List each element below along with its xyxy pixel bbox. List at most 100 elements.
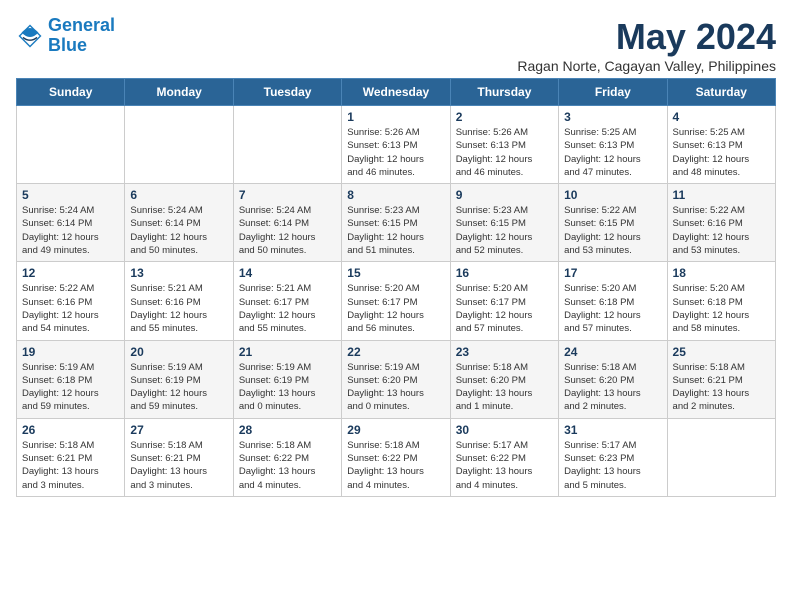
day-number: 28 <box>239 423 336 437</box>
day-number: 16 <box>456 266 553 280</box>
day-info: Sunrise: 5:19 AM Sunset: 6:19 PM Dayligh… <box>130 361 227 414</box>
day-info: Sunrise: 5:20 AM Sunset: 6:17 PM Dayligh… <box>456 282 553 335</box>
calendar-cell: 7 Sunrise: 5:24 AM Sunset: 6:14 PM Daylig… <box>233 184 341 262</box>
day-info: Sunrise: 5:18 AM Sunset: 6:22 PM Dayligh… <box>347 439 444 492</box>
day-info: Sunrise: 5:17 AM Sunset: 6:22 PM Dayligh… <box>456 439 553 492</box>
calendar-cell: 23 Sunrise: 5:18 AM Sunset: 6:20 PM Dayli… <box>450 340 558 418</box>
day-info: Sunrise: 5:18 AM Sunset: 6:21 PM Dayligh… <box>22 439 119 492</box>
day-number: 1 <box>347 110 444 124</box>
day-number: 10 <box>564 188 661 202</box>
day-info: Sunrise: 5:26 AM Sunset: 6:13 PM Dayligh… <box>456 126 553 179</box>
day-info: Sunrise: 5:18 AM Sunset: 6:20 PM Dayligh… <box>564 361 661 414</box>
calendar-cell: 19 Sunrise: 5:19 AM Sunset: 6:18 PM Dayli… <box>17 340 125 418</box>
day-number: 5 <box>22 188 119 202</box>
day-number: 11 <box>673 188 770 202</box>
calendar-cell: 22 Sunrise: 5:19 AM Sunset: 6:20 PM Dayli… <box>342 340 450 418</box>
day-info: Sunrise: 5:22 AM Sunset: 6:16 PM Dayligh… <box>22 282 119 335</box>
day-number: 20 <box>130 345 227 359</box>
day-number: 22 <box>347 345 444 359</box>
day-number: 21 <box>239 345 336 359</box>
weekday-header-row: SundayMondayTuesdayWednesdayThursdayFrid… <box>17 79 776 106</box>
calendar-cell: 17Sunrise: 5:20 AM Sunset: 6:18 PM Dayli… <box>559 262 667 340</box>
day-info: Sunrise: 5:19 AM Sunset: 6:20 PM Dayligh… <box>347 361 444 414</box>
calendar-week-2: 5 Sunrise: 5:24 AM Sunset: 6:14 PM Daylig… <box>17 184 776 262</box>
calendar-cell: 12 Sunrise: 5:22 AM Sunset: 6:16 PM Dayli… <box>17 262 125 340</box>
day-number: 2 <box>456 110 553 124</box>
calendar-cell: 14 Sunrise: 5:21 AM Sunset: 6:17 PM Dayli… <box>233 262 341 340</box>
day-info: Sunrise: 5:17 AM Sunset: 6:23 PM Dayligh… <box>564 439 661 492</box>
day-number: 17 <box>564 266 661 280</box>
calendar-cell: 15Sunrise: 5:20 AM Sunset: 6:17 PM Dayli… <box>342 262 450 340</box>
day-number: 9 <box>456 188 553 202</box>
day-info: Sunrise: 5:26 AM Sunset: 6:13 PM Dayligh… <box>347 126 444 179</box>
day-info: Sunrise: 5:18 AM Sunset: 6:20 PM Dayligh… <box>456 361 553 414</box>
calendar-header: SundayMondayTuesdayWednesdayThursdayFrid… <box>17 79 776 106</box>
day-info: Sunrise: 5:24 AM Sunset: 6:14 PM Dayligh… <box>239 204 336 257</box>
day-number: 14 <box>239 266 336 280</box>
day-info: Sunrise: 5:20 AM Sunset: 6:18 PM Dayligh… <box>673 282 770 335</box>
logo-text: General Blue <box>48 16 115 56</box>
logo-icon <box>16 22 44 50</box>
calendar-cell: 26 Sunrise: 5:18 AM Sunset: 6:21 PM Dayli… <box>17 418 125 496</box>
calendar-body: 1 Sunrise: 5:26 AM Sunset: 6:13 PM Daylig… <box>17 106 776 497</box>
day-info: Sunrise: 5:24 AM Sunset: 6:14 PM Dayligh… <box>22 204 119 257</box>
calendar-cell: 3Sunrise: 5:25 AM Sunset: 6:13 PM Daylig… <box>559 106 667 184</box>
logo: General Blue <box>16 16 115 56</box>
day-number: 26 <box>22 423 119 437</box>
day-info: Sunrise: 5:19 AM Sunset: 6:18 PM Dayligh… <box>22 361 119 414</box>
day-info: Sunrise: 5:20 AM Sunset: 6:17 PM Dayligh… <box>347 282 444 335</box>
calendar-cell: 2 Sunrise: 5:26 AM Sunset: 6:13 PM Daylig… <box>450 106 558 184</box>
day-number: 30 <box>456 423 553 437</box>
calendar-cell: 24 Sunrise: 5:18 AM Sunset: 6:20 PM Dayli… <box>559 340 667 418</box>
calendar-cell: 4Sunrise: 5:25 AM Sunset: 6:13 PM Daylig… <box>667 106 775 184</box>
calendar-cell: 20 Sunrise: 5:19 AM Sunset: 6:19 PM Dayli… <box>125 340 233 418</box>
calendar-cell: 1 Sunrise: 5:26 AM Sunset: 6:13 PM Daylig… <box>342 106 450 184</box>
calendar-cell: 9 Sunrise: 5:23 AM Sunset: 6:15 PM Daylig… <box>450 184 558 262</box>
calendar-cell: 8 Sunrise: 5:23 AM Sunset: 6:15 PM Daylig… <box>342 184 450 262</box>
calendar-cell: 31Sunrise: 5:17 AM Sunset: 6:23 PM Dayli… <box>559 418 667 496</box>
calendar-cell: 27 Sunrise: 5:18 AM Sunset: 6:21 PM Dayli… <box>125 418 233 496</box>
day-info: Sunrise: 5:21 AM Sunset: 6:16 PM Dayligh… <box>130 282 227 335</box>
day-number: 4 <box>673 110 770 124</box>
calendar-week-1: 1 Sunrise: 5:26 AM Sunset: 6:13 PM Daylig… <box>17 106 776 184</box>
day-info: Sunrise: 5:22 AM Sunset: 6:15 PM Dayligh… <box>564 204 661 257</box>
day-info: Sunrise: 5:21 AM Sunset: 6:17 PM Dayligh… <box>239 282 336 335</box>
day-number: 23 <box>456 345 553 359</box>
day-info: Sunrise: 5:24 AM Sunset: 6:14 PM Dayligh… <box>130 204 227 257</box>
day-number: 24 <box>564 345 661 359</box>
day-number: 12 <box>22 266 119 280</box>
calendar-cell: 13Sunrise: 5:21 AM Sunset: 6:16 PM Dayli… <box>125 262 233 340</box>
day-number: 8 <box>347 188 444 202</box>
day-info: Sunrise: 5:23 AM Sunset: 6:15 PM Dayligh… <box>456 204 553 257</box>
day-number: 27 <box>130 423 227 437</box>
weekday-header-friday: Friday <box>559 79 667 106</box>
calendar-cell <box>17 106 125 184</box>
calendar-table: SundayMondayTuesdayWednesdayThursdayFrid… <box>16 78 776 497</box>
calendar-cell: 5 Sunrise: 5:24 AM Sunset: 6:14 PM Daylig… <box>17 184 125 262</box>
day-number: 6 <box>130 188 227 202</box>
day-number: 18 <box>673 266 770 280</box>
calendar-cell <box>667 418 775 496</box>
weekday-header-monday: Monday <box>125 79 233 106</box>
title-block: May 2024 Ragan Norte, Cagayan Valley, Ph… <box>517 16 776 74</box>
day-number: 3 <box>564 110 661 124</box>
calendar-cell: 29 Sunrise: 5:18 AM Sunset: 6:22 PM Dayli… <box>342 418 450 496</box>
calendar-cell: 16 Sunrise: 5:20 AM Sunset: 6:17 PM Dayli… <box>450 262 558 340</box>
day-number: 25 <box>673 345 770 359</box>
day-number: 29 <box>347 423 444 437</box>
location-subtitle: Ragan Norte, Cagayan Valley, Philippines <box>517 58 776 74</box>
weekday-header-thursday: Thursday <box>450 79 558 106</box>
weekday-header-saturday: Saturday <box>667 79 775 106</box>
day-number: 19 <box>22 345 119 359</box>
calendar-cell: 21Sunrise: 5:19 AM Sunset: 6:19 PM Dayli… <box>233 340 341 418</box>
day-info: Sunrise: 5:23 AM Sunset: 6:15 PM Dayligh… <box>347 204 444 257</box>
day-number: 7 <box>239 188 336 202</box>
weekday-header-tuesday: Tuesday <box>233 79 341 106</box>
weekday-header-sunday: Sunday <box>17 79 125 106</box>
calendar-cell: 28Sunrise: 5:18 AM Sunset: 6:22 PM Dayli… <box>233 418 341 496</box>
day-info: Sunrise: 5:22 AM Sunset: 6:16 PM Dayligh… <box>673 204 770 257</box>
calendar-week-4: 19 Sunrise: 5:19 AM Sunset: 6:18 PM Dayli… <box>17 340 776 418</box>
day-info: Sunrise: 5:18 AM Sunset: 6:21 PM Dayligh… <box>130 439 227 492</box>
calendar-cell: 6 Sunrise: 5:24 AM Sunset: 6:14 PM Daylig… <box>125 184 233 262</box>
calendar-cell <box>125 106 233 184</box>
